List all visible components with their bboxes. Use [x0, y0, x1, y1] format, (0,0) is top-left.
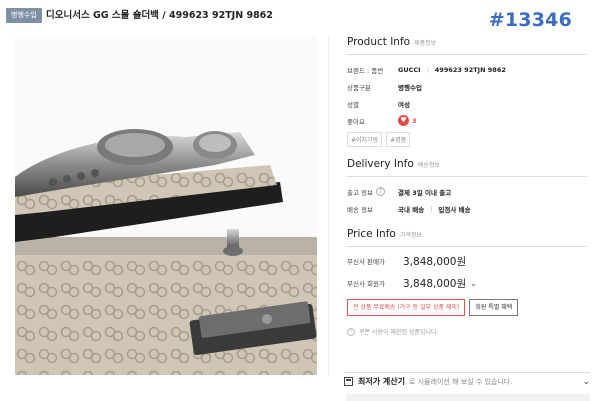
column-divider: [328, 36, 329, 376]
calculator-subtitle: 로 시뮬레이션 해 보실 수 있습니다.: [408, 377, 513, 386]
delivery-info-heading: Delivery Info 배송정보: [347, 158, 587, 170]
member-price-row[interactable]: 무신사 회원가 3,848,000원 ⌄: [347, 272, 587, 294]
product-info-title: Product Info: [347, 36, 411, 48]
free-shipping-button[interactable]: 전 상품 무료배송 (가구 등 일부 상품 제외): [347, 299, 466, 316]
member-price-value: 3,848,000원: [403, 277, 467, 290]
sale-price-row: 무신사 판매가 3,848,000원: [347, 250, 587, 272]
tag-item[interactable]: #이지가방: [347, 132, 383, 147]
section-rule: [347, 246, 587, 247]
section-rule: [347, 54, 587, 55]
delivery-info-section: Delivery Info 배송정보 출고 정보 ? 결제 3일 이내 출고 배…: [347, 158, 587, 217]
category-label: 상품구분: [347, 83, 371, 92]
delivery-info-title: Delivery Info: [347, 158, 414, 170]
sale-price-value: 3,848,000원: [403, 255, 467, 268]
lowest-price-calculator[interactable]: 최저가 계산기 로 시뮬레이션 해 보실 수 있습니다. ⌄: [344, 372, 590, 390]
brand-row: 브랜드 : 품번 GUCCI / 499623 92TJN 9862: [347, 61, 587, 78]
tag-item[interactable]: #명품: [386, 132, 411, 147]
product-photo[interactable]: [15, 37, 317, 375]
delivery-row: 배송 정보 국내 배송 | 입점사 배송: [347, 200, 587, 217]
chevron-down-icon[interactable]: ⌄: [582, 377, 590, 387]
shipping-label-text: 출고 정보: [347, 188, 373, 197]
category-row: 상품구분 병행수입: [347, 78, 587, 95]
product-title: 디오니서스 GG 스몰 숄더백 / 499623 92TJN 9862: [46, 10, 273, 21]
shipping-label: 출고 정보 ?: [347, 187, 398, 197]
price-info-section: Price Info 가격정보 무신사 판매가 3,848,000원 무신사 회…: [347, 228, 587, 336]
section-rule: [347, 176, 587, 177]
shipping-row: 출고 정보 ? 결제 3일 이내 출고: [347, 183, 587, 200]
delivery-info-subtitle: 배송정보: [417, 162, 440, 169]
coupon-notice-text: 쿠폰 사용이 제한된 상품입니다.: [359, 329, 439, 336]
price-info-subtitle: 가격정보: [399, 232, 422, 239]
coupon-notice: ! 쿠폰 사용이 제한된 상품입니다.: [347, 327, 587, 336]
import-badge: 병행수입: [6, 8, 42, 23]
gender-row: 성별 여성: [347, 95, 587, 112]
separator: /: [426, 65, 429, 74]
gender-label: 성별: [347, 100, 359, 109]
price-info-title: Price Info: [347, 228, 396, 240]
category-value: 병행수입: [398, 83, 422, 92]
heart-icon: ♥: [398, 115, 409, 126]
delivery-value: 국내 배송: [398, 205, 425, 214]
info-icon: !: [347, 327, 355, 336]
chevron-down-icon[interactable]: ⌄: [470, 279, 477, 288]
price-info-heading: Price Info 가격정보: [347, 228, 587, 240]
sale-price-label: 무신사 판매가: [347, 258, 385, 266]
product-detail-panel: Product Info 제품정보 브랜드 : 품번 GUCCI / 49962…: [347, 36, 587, 336]
like-button[interactable]: ♥ 3: [398, 115, 417, 126]
product-id-tag: #13346: [488, 9, 572, 31]
like-count: 3: [412, 116, 417, 125]
benefit-buttons: 전 상품 무료배송 (가구 등 일부 상품 제외) 회원 특별 혜택: [347, 299, 587, 316]
brand-label: 브랜드 : 품번: [347, 66, 384, 75]
calculator-icon: [344, 377, 353, 386]
bag-closeup-image: [15, 37, 317, 375]
member-price-label: 무신사 회원가: [347, 280, 385, 288]
member-benefit-button[interactable]: 회원 특별 혜택: [469, 299, 519, 316]
calculator-title: 최저가 계산기: [358, 377, 405, 386]
product-info-section: Product Info 제품정보 브랜드 : 품번 GUCCI / 49962…: [347, 36, 587, 147]
brand-value[interactable]: GUCCI: [398, 66, 421, 74]
delivery-value-2: 입점사 배송: [438, 205, 471, 214]
product-info-subtitle: 제품정보: [414, 40, 437, 47]
calculator-body: [346, 394, 590, 401]
tag-list: #이지가방 #명품: [347, 132, 587, 147]
gender-value: 여성: [398, 100, 410, 109]
help-icon[interactable]: ?: [376, 187, 385, 196]
delivery-label: 배송 정보: [347, 205, 373, 214]
product-info-heading: Product Info 제품정보: [347, 36, 587, 48]
likes-row: 좋아요 ♥ 3: [347, 112, 587, 129]
shipping-value: 결제 3일 이내 출고: [398, 188, 452, 197]
likes-label: 좋아요: [347, 117, 365, 126]
style-number: 499623 92TJN 9862: [434, 65, 506, 74]
separator: |: [430, 204, 433, 213]
